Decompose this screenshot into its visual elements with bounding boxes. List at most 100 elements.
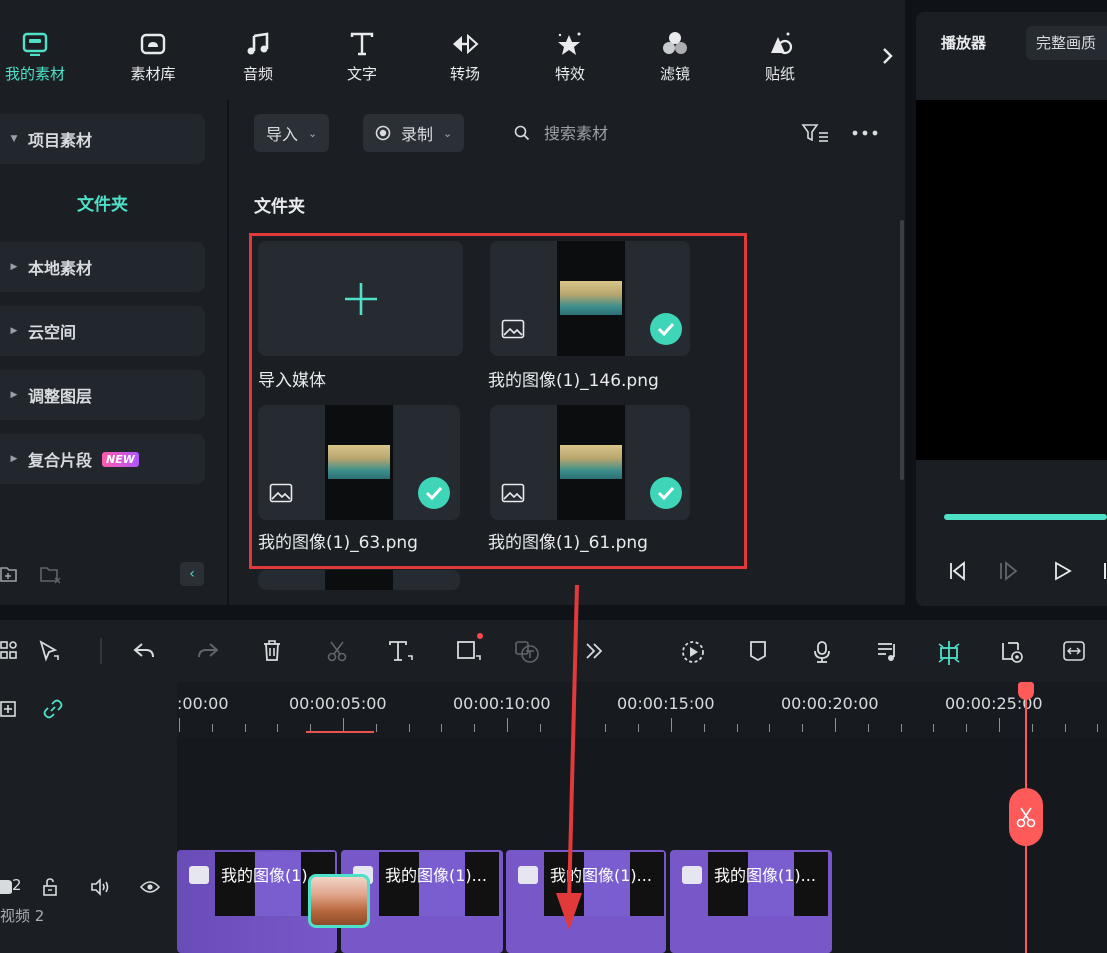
split-at-playhead-button[interactable] — [1009, 788, 1043, 846]
text-icon — [346, 30, 378, 58]
tab-audio[interactable]: 音频 — [223, 30, 293, 92]
ruler-time-label: 00:00:05:00 — [289, 694, 387, 713]
playback-progress-bar[interactable] — [944, 514, 1107, 520]
speech-to-text-icon[interactable] — [514, 640, 540, 664]
ruler-tick — [671, 718, 672, 732]
filters-icon — [659, 30, 691, 58]
track-number: 2 — [12, 876, 22, 894]
delete-folder-icon[interactable] — [40, 564, 62, 584]
microphone-icon[interactable] — [812, 640, 832, 664]
caret-right-icon: ▶ — [10, 390, 18, 400]
link-icon[interactable] — [42, 698, 64, 720]
tab-label: 音频 — [242, 65, 273, 83]
tab-stickers[interactable]: 贴纸 — [745, 30, 815, 92]
select-tool-icon[interactable] — [38, 640, 62, 662]
sidebar-item-project-media[interactable]: ▼ 项目素材 — [0, 114, 205, 164]
render-preview-icon[interactable] — [680, 640, 706, 664]
separator — [100, 638, 102, 664]
search-input[interactable] — [544, 123, 724, 143]
sidebar-item-local-media[interactable]: ▶ 本地素材 — [0, 242, 205, 292]
record-button[interactable]: 录制 ⌄ — [363, 114, 465, 152]
player-tab[interactable]: 播放器 — [941, 32, 986, 53]
multi-select-icon[interactable] — [0, 640, 18, 662]
media-scrollbar[interactable] — [900, 220, 904, 480]
preview-screen — [916, 100, 1107, 460]
clip-name: 我的图像(1)... — [385, 866, 487, 885]
delete-icon[interactable] — [262, 640, 282, 662]
media-item[interactable] — [258, 570, 460, 590]
chevron-down-icon: ⌄ — [443, 126, 453, 140]
sidebar-item-cloud[interactable]: ▶ 云空间 — [0, 306, 205, 356]
tab-effects[interactable]: 特效 — [535, 30, 605, 92]
fit-timeline-icon[interactable] — [1062, 640, 1086, 662]
ruler-tick — [1031, 724, 1033, 732]
filter-sort-icon[interactable] — [801, 122, 831, 144]
ruler-tick — [343, 718, 344, 732]
new-folder-icon[interactable] — [0, 564, 18, 584]
scissors-icon[interactable] — [326, 640, 348, 662]
image-clip-icon — [518, 866, 538, 884]
my-media-icon — [19, 30, 51, 58]
ruler-tick — [507, 718, 508, 732]
tab-my-media[interactable]: 我的素材 — [0, 30, 70, 92]
more-icon[interactable] — [852, 130, 878, 136]
caret-right-icon: ▶ — [10, 454, 18, 464]
effects-icon — [554, 30, 586, 58]
tab-text[interactable]: 文字 — [327, 30, 397, 92]
track-header-panel: 2 视频 2 — [0, 682, 177, 953]
sidebar-item-folder[interactable]: 文件夹 — [0, 190, 205, 220]
empty-track[interactable] — [177, 738, 1107, 846]
dragged-media-thumbnail[interactable] — [308, 874, 370, 928]
next-frame-icon[interactable] — [998, 560, 1020, 582]
tab-label: 贴纸 — [764, 65, 795, 83]
snap-icon[interactable] — [936, 640, 962, 666]
redo-icon[interactable] — [196, 640, 220, 662]
ruler-tick — [474, 724, 476, 732]
crop-icon[interactable] — [456, 632, 484, 662]
add-track-icon[interactable] — [0, 698, 18, 720]
volume-icon[interactable] — [90, 878, 110, 896]
record-icon — [375, 125, 391, 141]
timeline-clip[interactable]: 我的图像(1)... — [670, 850, 832, 953]
category-bar: 我的素材 素材库 音频 文字 转场 特效 滤镜 贴纸 — [0, 0, 905, 100]
ruler-time-label: :00:00 — [177, 694, 229, 713]
ruler-tick — [375, 724, 377, 732]
lock-icon[interactable] — [42, 878, 58, 896]
import-button[interactable]: 导入 ⌄ — [254, 114, 330, 152]
playhead-handle[interactable] — [1018, 682, 1034, 700]
sidebar-item-compound-clip[interactable]: ▶ 复合片段 NEW — [0, 434, 205, 484]
tab-label: 素材库 — [130, 65, 176, 83]
ruler-tick — [408, 724, 410, 732]
sidebar-item-label: 调整图层 — [28, 387, 93, 406]
preview-clip-icon[interactable] — [1000, 640, 1026, 664]
ruler-time-label: 00:00:10:00 — [453, 694, 551, 713]
stock-library-icon — [137, 30, 169, 58]
timeline-ruler[interactable]: :00:00 00:00:05:00 00:00:10:00 00:00:15:… — [177, 682, 1107, 738]
thumbnail — [325, 570, 393, 590]
audio-mix-icon[interactable] — [876, 640, 898, 662]
ruler-tick — [179, 718, 180, 732]
collapse-sidebar-button[interactable]: ‹ — [180, 562, 204, 586]
stickers-icon — [764, 30, 796, 58]
ruler-tick — [933, 724, 935, 732]
chevron-right-icon[interactable] — [880, 46, 900, 70]
tab-transition[interactable]: 转场 — [430, 30, 500, 92]
tab-label: 特效 — [554, 65, 585, 83]
previous-frame-icon[interactable] — [948, 560, 970, 582]
tab-stock-library[interactable]: 素材库 — [118, 30, 188, 92]
stop-icon[interactable] — [1102, 560, 1107, 582]
play-icon[interactable] — [1052, 560, 1074, 582]
search-box[interactable] — [514, 114, 724, 152]
tab-label: 滤镜 — [659, 65, 690, 83]
marker-icon[interactable] — [748, 640, 768, 662]
transition-icon — [449, 30, 481, 58]
undo-icon[interactable] — [132, 640, 156, 662]
eye-icon[interactable] — [140, 880, 160, 894]
ruler-tick — [802, 724, 804, 732]
record-label: 录制 — [401, 125, 434, 144]
ruler-tick — [638, 724, 640, 732]
text-tool-icon[interactable] — [388, 640, 414, 662]
sidebar-item-adjustment-layer[interactable]: ▶ 调整图层 — [0, 370, 205, 420]
quality-dropdown[interactable]: 完整画质 — [1026, 26, 1107, 60]
tab-filters[interactable]: 滤镜 — [640, 30, 710, 92]
